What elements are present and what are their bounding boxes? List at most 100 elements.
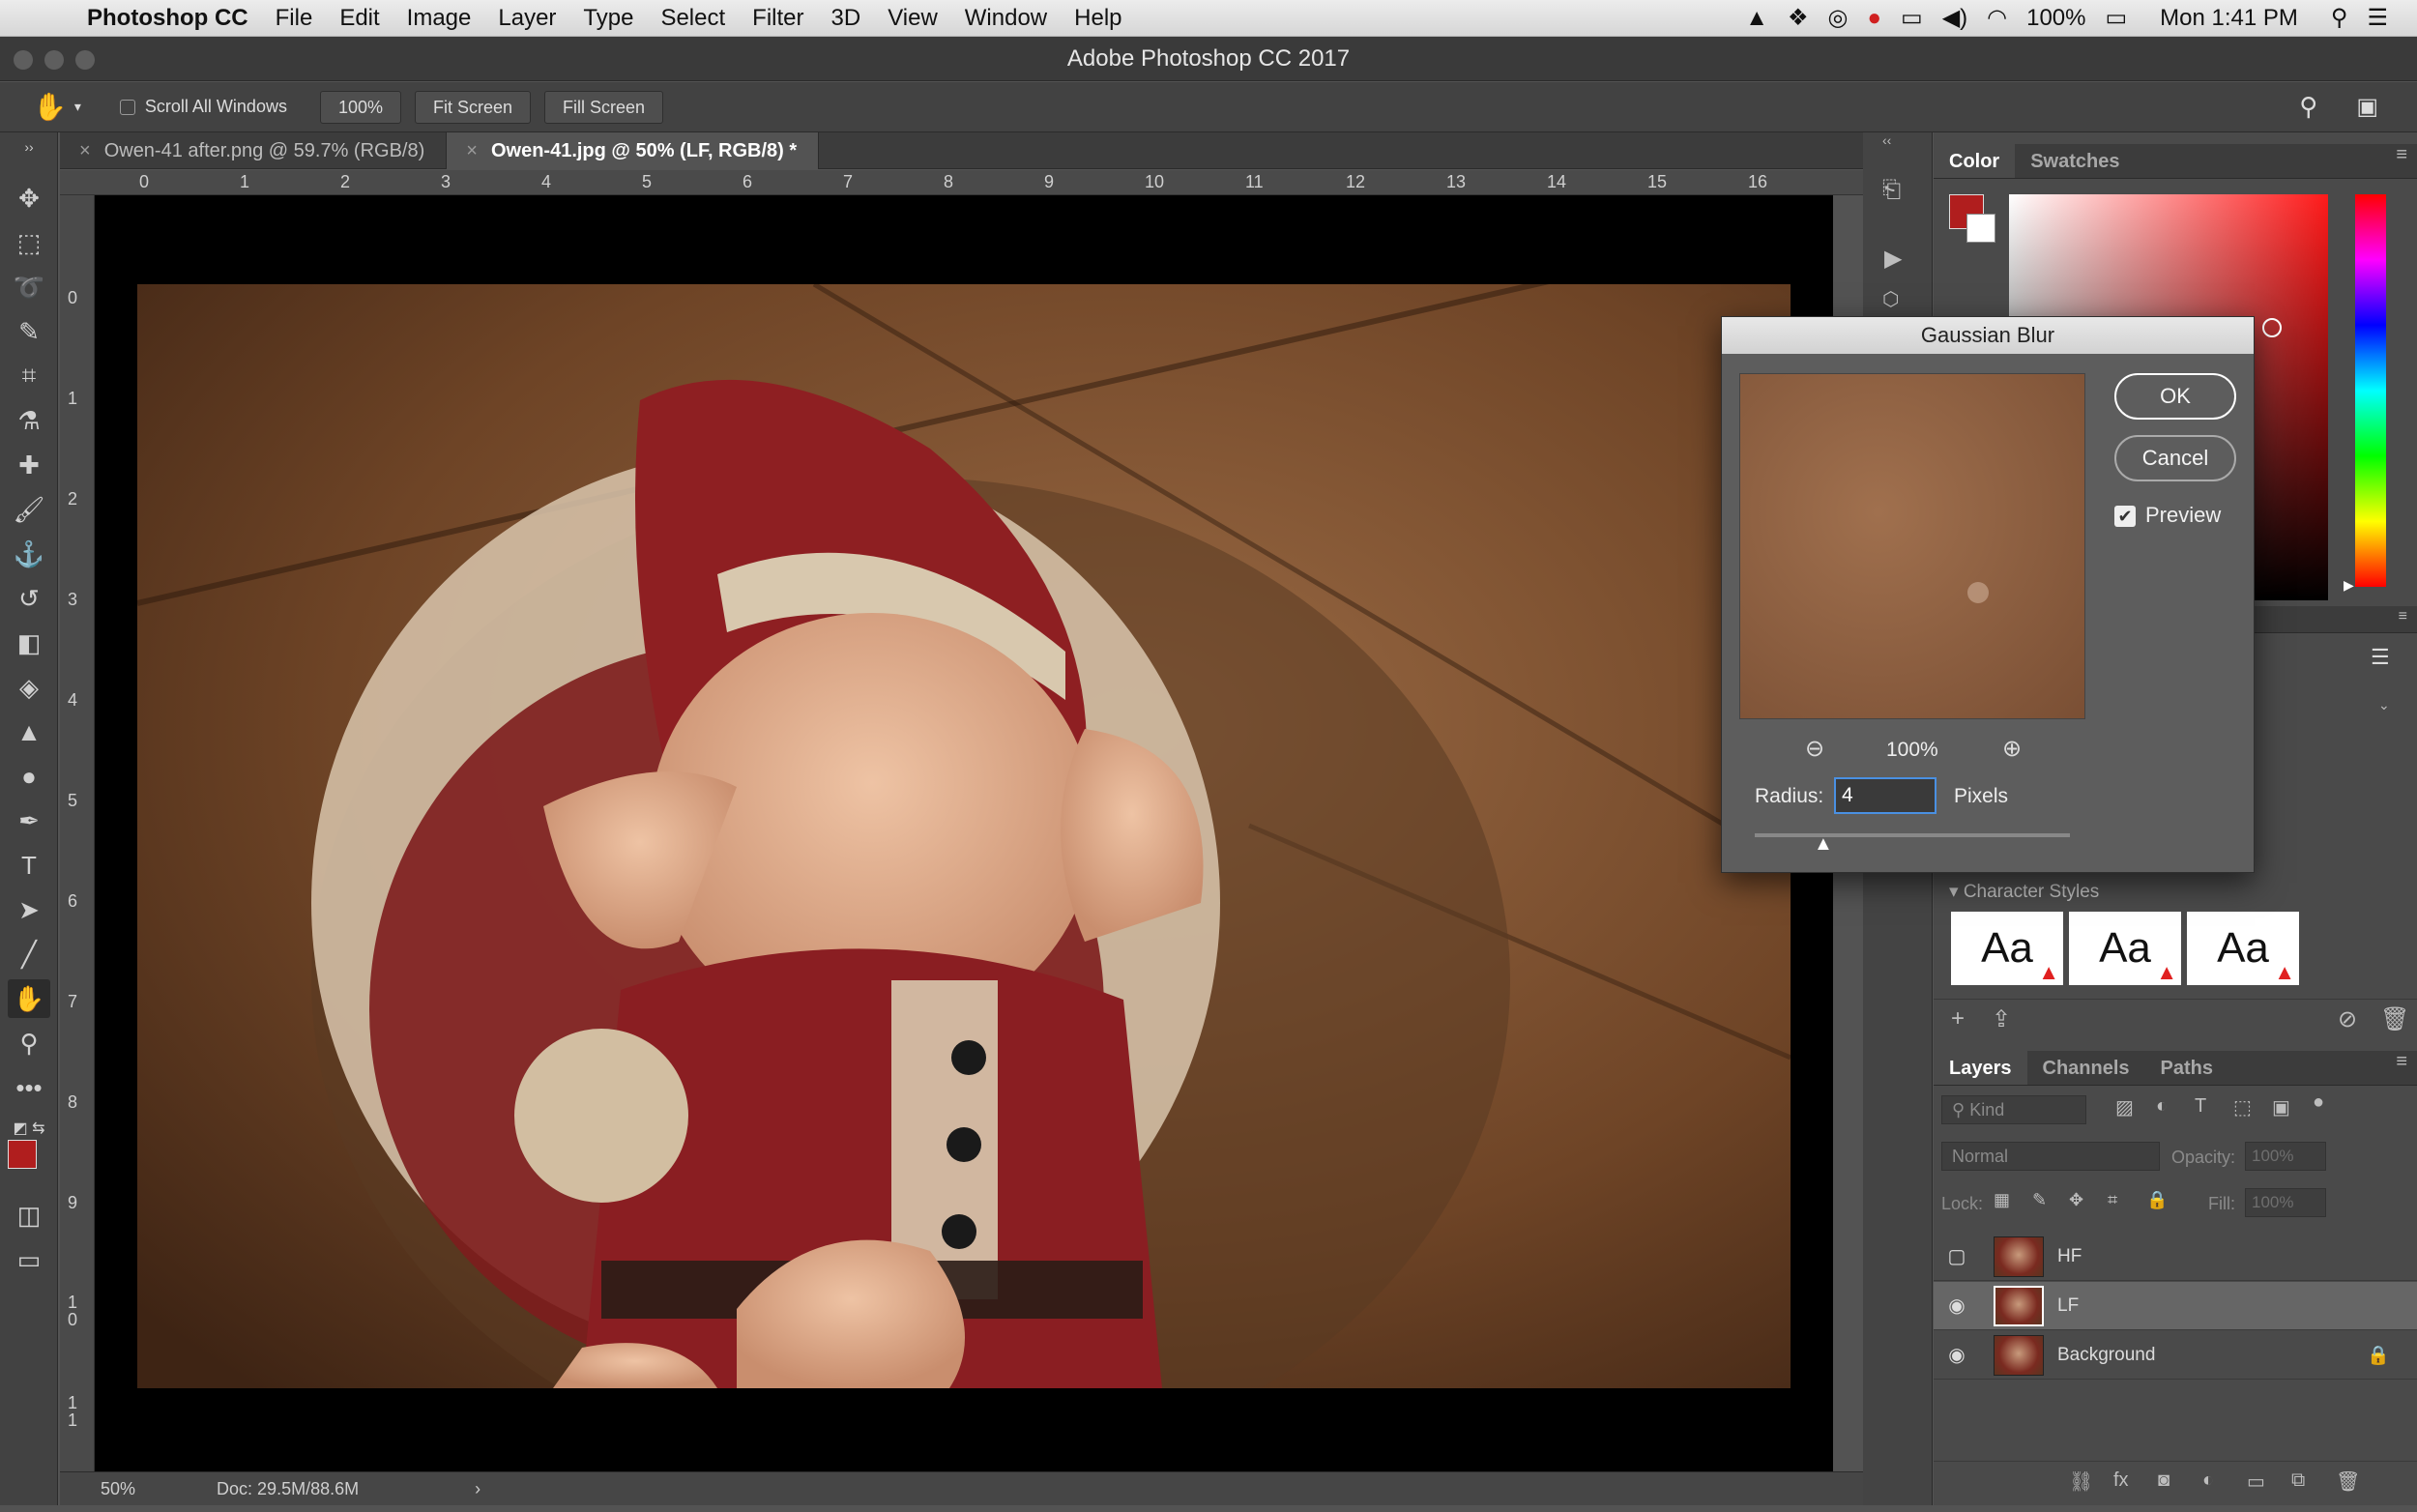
clone-stamp-tool-icon[interactable]: ⚓ xyxy=(8,535,50,573)
move-tool-icon[interactable]: ✥ xyxy=(8,179,50,218)
wifi-icon[interactable]: ◠ xyxy=(1987,4,2007,32)
quick-selection-tool-icon[interactable]: ✎ xyxy=(8,312,50,351)
radius-input[interactable]: 4 xyxy=(1834,777,1937,814)
screen-mode-icon[interactable]: ▭ xyxy=(8,1240,50,1279)
horizontal-ruler[interactable]: 0 1 2 3 4 5 6 7 8 9 10 11 12 13 14 15 16 xyxy=(60,170,1863,195)
panel-menu-icon[interactable]: ≡ xyxy=(2396,1051,2407,1085)
layer-style-fx-icon[interactable]: fx xyxy=(2113,1469,2129,1492)
menu-3d[interactable]: 3D xyxy=(831,5,861,32)
lock-pixels-icon[interactable]: ✎ xyxy=(2032,1190,2047,1210)
character-styles-header[interactable]: ▾ Character Styles xyxy=(1949,881,2099,903)
status-menu-chevron-icon[interactable]: › xyxy=(475,1479,480,1499)
color-background-swatch[interactable] xyxy=(1966,214,1995,243)
foreground-color-swatch[interactable] xyxy=(8,1140,37,1169)
zoom-window-button[interactable] xyxy=(75,50,95,70)
new-layer-icon[interactable]: ⧉ xyxy=(2291,1469,2305,1492)
list-view-icon[interactable]: ☰ xyxy=(2371,645,2390,670)
eye-icon[interactable]: ◉ xyxy=(1939,1343,1974,1367)
battery-icon[interactable]: ▭ xyxy=(2105,4,2127,32)
upload-style-icon[interactable]: ⇪ xyxy=(1992,1005,2011,1033)
tab-channels[interactable]: Channels xyxy=(2027,1051,2145,1085)
healing-brush-tool-icon[interactable]: ✚ xyxy=(8,446,50,484)
minimize-window-button[interactable] xyxy=(44,50,64,70)
layer-name[interactable]: HF xyxy=(2057,1246,2082,1267)
tab-color[interactable]: Color xyxy=(1934,144,2016,178)
character-style-swatch[interactable]: Aa ▲ xyxy=(2187,912,2299,985)
menu-filter[interactable]: Filter xyxy=(752,5,803,32)
layer-name[interactable]: LF xyxy=(2057,1295,2079,1317)
more-tools-icon[interactable]: ••• xyxy=(8,1068,50,1107)
actions-panel-icon[interactable]: ▶ xyxy=(1884,245,1902,273)
tool-preset-chevron-icon[interactable]: ▾ xyxy=(74,99,81,115)
menu-image[interactable]: Image xyxy=(407,5,472,32)
creative-cloud-icon[interactable]: ◎ xyxy=(1828,4,1849,32)
checkbox-box[interactable] xyxy=(119,100,135,116)
blur-preview-area[interactable] xyxy=(1739,373,2085,719)
quick-mask-icon[interactable]: ◫ xyxy=(8,1196,50,1235)
close-window-button[interactable] xyxy=(14,50,33,70)
history-panel-icon[interactable]: ⎗ xyxy=(1882,177,1901,204)
workspace-icon[interactable]: ▣ xyxy=(2356,93,2378,121)
menu-select[interactable]: Select xyxy=(660,5,725,32)
layer-row-lf[interactable]: ◉ LF xyxy=(1934,1282,2417,1330)
status-zoom[interactable]: 50% xyxy=(101,1479,135,1499)
menu-app[interactable]: Photoshop CC xyxy=(87,5,248,32)
layer-name[interactable]: Background xyxy=(2057,1345,2155,1366)
hue-slider[interactable] xyxy=(2355,194,2386,587)
menu-view[interactable]: View xyxy=(888,5,938,32)
filter-toggle-icon[interactable]: ● xyxy=(2313,1091,2324,1114)
filter-pixel-icon[interactable]: ▨ xyxy=(2115,1095,2134,1119)
volume-icon[interactable]: ◀) xyxy=(1942,4,1967,32)
tab-owen-after[interactable]: × Owen-41 after.png @ 59.7% (RGB/8) xyxy=(60,132,448,169)
close-tab-icon[interactable]: × xyxy=(79,140,91,161)
collapse-dock-icon[interactable]: ‹‹ xyxy=(1882,132,1891,148)
notification-center-icon[interactable]: ☰ xyxy=(2367,4,2388,32)
ok-button[interactable]: OK xyxy=(2114,373,2236,420)
eraser-tool-icon[interactable]: ◧ xyxy=(8,624,50,662)
lock-artboard-icon[interactable]: ⌗ xyxy=(2108,1190,2117,1210)
collapse-tools-icon[interactable]: ›› xyxy=(8,138,50,156)
paint-bucket-tool-icon[interactable]: ◈ xyxy=(8,668,50,707)
close-tab-icon[interactable]: × xyxy=(466,140,478,161)
spotlight-icon[interactable]: ⚲ xyxy=(2331,4,2348,32)
preview-checkbox[interactable]: ✔ Preview xyxy=(2114,503,2221,528)
menu-window[interactable]: Window xyxy=(965,5,1047,32)
tab-paths[interactable]: Paths xyxy=(2145,1051,2228,1085)
hand-tool-icon[interactable]: ✋ xyxy=(33,91,67,123)
adjustment-layer-icon[interactable]: ◐ xyxy=(2202,1469,2214,1492)
clear-override-icon[interactable]: ⊘ xyxy=(2338,1005,2357,1033)
blur-tool-icon[interactable]: ▲ xyxy=(8,712,50,751)
radius-slider-track[interactable] xyxy=(1755,833,2070,837)
radius-slider-handle-icon[interactable]: ▲ xyxy=(1814,833,1833,856)
opacity-input[interactable]: 100% xyxy=(2245,1142,2326,1171)
filter-smart-object-icon[interactable]: ▣ xyxy=(2272,1095,2290,1119)
lock-transparent-icon[interactable]: ▦ xyxy=(1994,1190,2010,1210)
dodge-tool-icon[interactable]: ● xyxy=(8,757,50,796)
menu-help[interactable]: Help xyxy=(1074,5,1121,32)
filter-shape-icon[interactable]: ⬚ xyxy=(2233,1095,2252,1119)
menu-file[interactable]: File xyxy=(276,5,313,32)
3d-panel-icon[interactable]: ⬡ xyxy=(1882,287,1899,311)
marquee-tool-icon[interactable]: ⬚ xyxy=(8,223,50,262)
vertical-ruler[interactable]: 0 1 2 3 4 5 6 7 8 9 10 11 xyxy=(60,195,95,1471)
zoom-100-button[interactable]: 100% xyxy=(319,90,401,124)
add-style-icon[interactable]: + xyxy=(1951,1005,1965,1032)
filter-adjustment-icon[interactable]: ◐ xyxy=(2156,1095,2168,1118)
type-tool-icon[interactable]: T xyxy=(8,846,50,885)
expand-chevron-icon[interactable]: ⌄ xyxy=(2378,697,2390,713)
fill-input[interactable]: 100% xyxy=(2245,1188,2326,1217)
tab-owen-41[interactable]: × Owen-41.jpg @ 50% (LF, RGB/8) * xyxy=(447,132,820,169)
brush-tool-icon[interactable]: 🖌 xyxy=(8,490,50,529)
checkbox-checked-icon[interactable]: ✔ xyxy=(2114,506,2136,527)
layer-kind-filter[interactable]: ⚲ Kind xyxy=(1941,1095,2086,1124)
delete-style-icon[interactable]: 🗑 xyxy=(2380,1005,2409,1033)
cancel-button[interactable]: Cancel xyxy=(2114,435,2236,481)
zoom-in-icon[interactable]: ⊕ xyxy=(2002,735,2022,763)
menu-layer[interactable]: Layer xyxy=(498,5,556,32)
menu-type[interactable]: Type xyxy=(583,5,633,32)
color-picker-ring[interactable] xyxy=(2262,318,2282,337)
search-icon[interactable]: ⚲ xyxy=(2299,92,2317,122)
clock[interactable]: Mon 1:41 PM xyxy=(2160,5,2298,32)
tab-layers[interactable]: Layers xyxy=(1934,1051,2027,1085)
character-style-swatch[interactable]: Aa ▲ xyxy=(1951,912,2063,985)
